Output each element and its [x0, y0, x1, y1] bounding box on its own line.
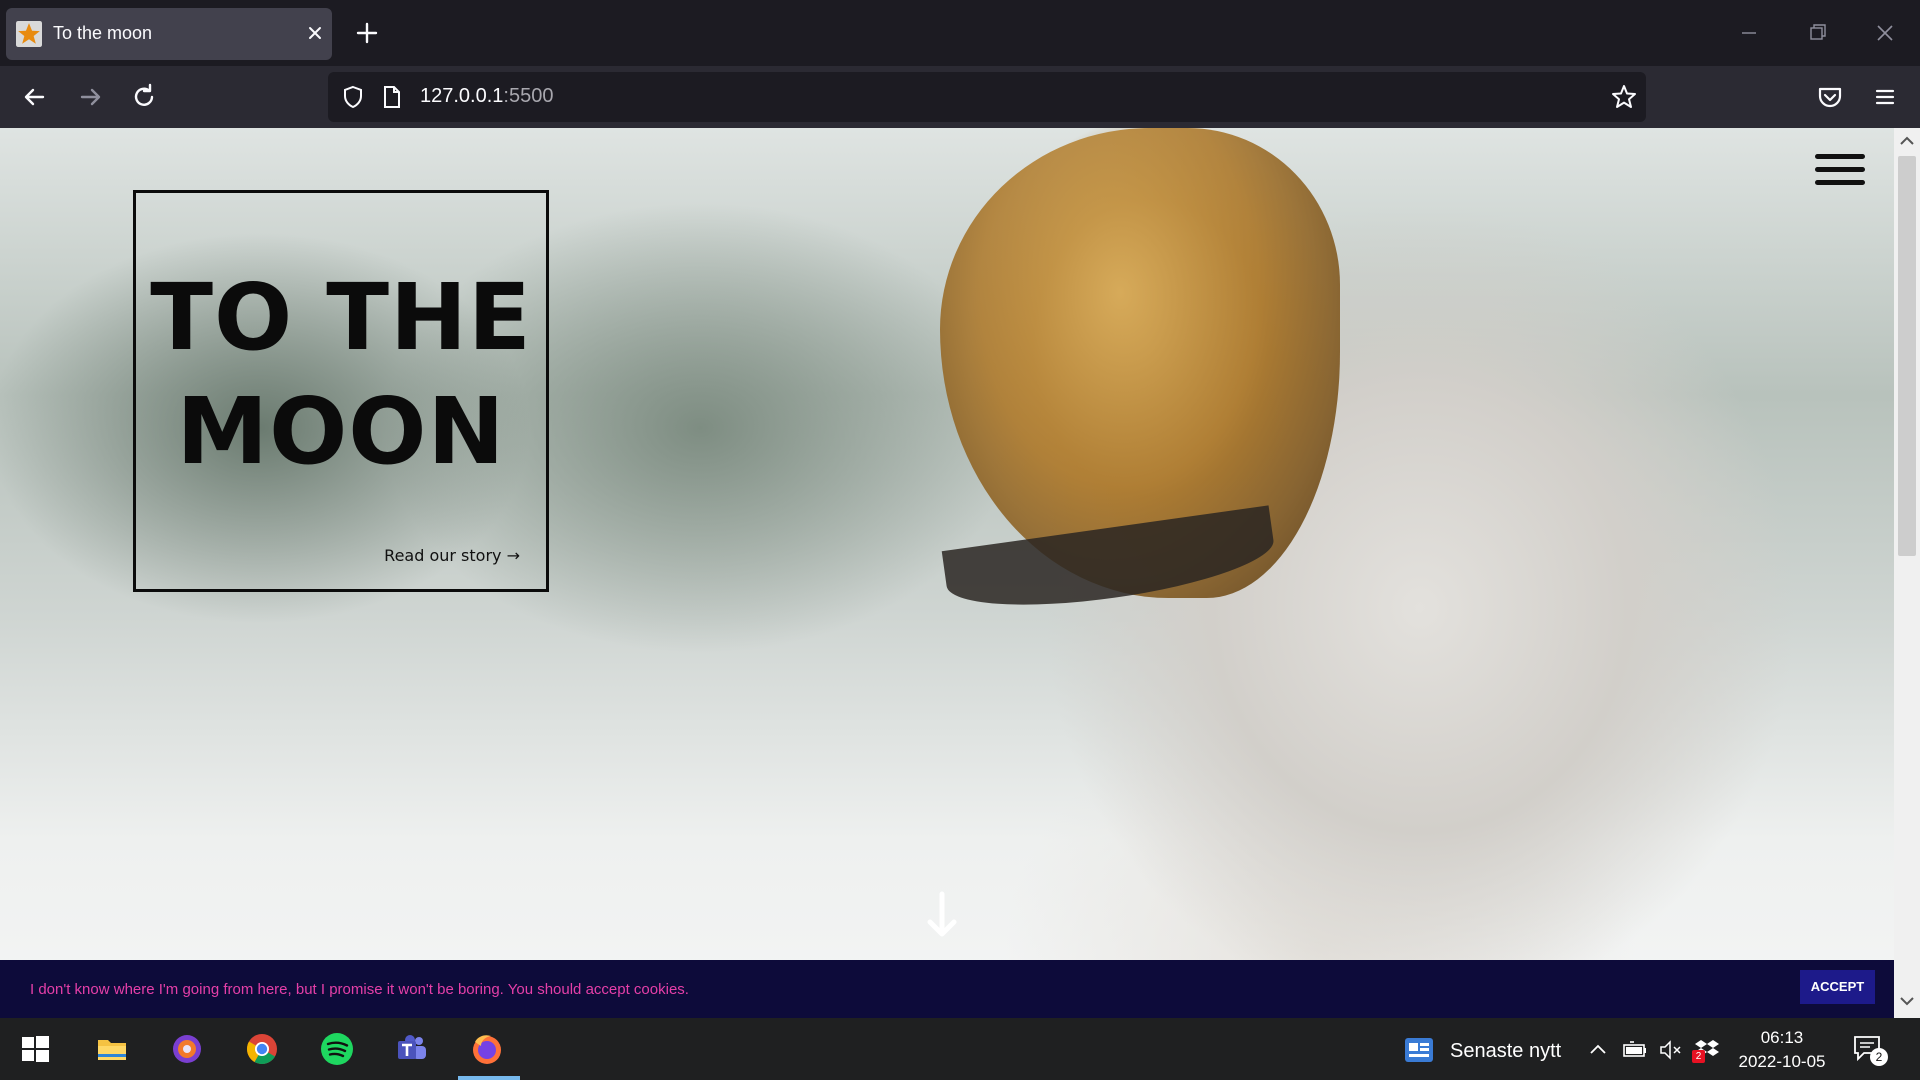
- system-clock[interactable]: 06:13 2022-10-05: [1730, 1026, 1834, 1074]
- active-app-indicator: [458, 1076, 520, 1080]
- shield-icon[interactable]: [340, 84, 366, 110]
- chevron-up-icon[interactable]: [1585, 1038, 1611, 1062]
- windows-start-icon[interactable]: [18, 1032, 52, 1066]
- restore-icon[interactable]: [1800, 18, 1834, 48]
- edge-canary-icon[interactable]: [170, 1032, 204, 1066]
- clock-time: 06:13: [1760, 1028, 1804, 1047]
- clock-date: 2022-10-05: [1738, 1052, 1826, 1071]
- forward-icon[interactable]: [73, 80, 107, 114]
- star-icon: [16, 21, 42, 47]
- read-story-link[interactable]: Read our story →: [384, 546, 520, 565]
- page-viewport: TO THE MOON Read our story →: [0, 128, 1894, 1018]
- notification-center[interactable]: 2: [1852, 1034, 1888, 1066]
- scroll-up-icon[interactable]: [1899, 134, 1915, 148]
- pocket-icon[interactable]: [1813, 80, 1847, 114]
- cookie-banner: I don't know where I'm going from here, …: [0, 960, 1894, 1018]
- app-menu-icon[interactable]: [1868, 80, 1902, 114]
- accept-cookies-button[interactable]: ACCEPT: [1800, 970, 1875, 1004]
- file-explorer-icon[interactable]: [95, 1032, 129, 1066]
- url-bar[interactable]: 127.0.0.1:5500: [328, 72, 1646, 122]
- url-text[interactable]: 127.0.0.1:5500: [420, 85, 553, 108]
- scroll-down-icon[interactable]: [1899, 994, 1915, 1008]
- arrow-down-icon[interactable]: [924, 890, 960, 940]
- news-icon: [1405, 1038, 1433, 1062]
- browser-tab-bar: To the moon: [0, 0, 1920, 66]
- windows-taskbar: Senaste nytt 2 06:13 2022-10-05 2: [0, 1018, 1920, 1080]
- browser-toolbar: 127.0.0.1:5500: [0, 66, 1920, 128]
- page-icon: [384, 86, 400, 108]
- news-label: Senaste nytt: [1450, 1040, 1562, 1062]
- hero-title: TO THE MOON: [150, 264, 532, 485]
- chrome-icon[interactable]: [245, 1032, 279, 1066]
- close-tab-icon[interactable]: [302, 20, 328, 46]
- vertical-scrollbar[interactable]: [1894, 128, 1920, 1018]
- battery-icon[interactable]: [1622, 1038, 1648, 1062]
- dropbox-badge: 2: [1692, 1050, 1705, 1063]
- scrollbar-thumb[interactable]: [1898, 156, 1916, 556]
- minimize-icon[interactable]: [1732, 18, 1766, 48]
- hero-box: TO THE MOON Read our story →: [133, 190, 549, 592]
- new-tab-icon[interactable]: [352, 18, 382, 48]
- browser-tab[interactable]: To the moon: [6, 8, 332, 60]
- spotify-icon[interactable]: [320, 1032, 354, 1066]
- hamburger-menu-icon[interactable]: [1815, 154, 1867, 188]
- speaker-muted-icon[interactable]: [1658, 1038, 1684, 1062]
- tab-title: To the moon: [53, 23, 153, 43]
- teams-icon[interactable]: [395, 1032, 429, 1066]
- firefox-icon[interactable]: [470, 1032, 504, 1066]
- reload-icon[interactable]: [127, 80, 161, 114]
- notification-count-badge: 2: [1870, 1048, 1888, 1066]
- back-icon[interactable]: [18, 80, 52, 114]
- bookmark-star-icon[interactable]: [1610, 83, 1638, 111]
- dropbox-tray-item[interactable]: 2: [1692, 1038, 1720, 1063]
- cookie-message: I don't know where I'm going from here, …: [30, 981, 689, 998]
- close-window-icon[interactable]: [1868, 18, 1902, 48]
